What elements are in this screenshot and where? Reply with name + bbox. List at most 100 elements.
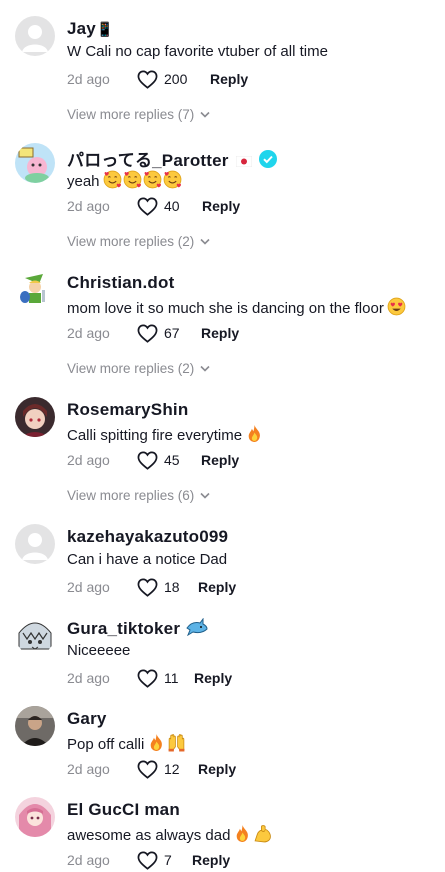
reply-button[interactable]: Reply <box>198 577 236 597</box>
reply-button[interactable]: Reply <box>192 850 230 870</box>
link-character-avatar <box>15 270 55 310</box>
avatar[interactable] <box>15 270 55 310</box>
comment-meta: 2d ago 18 Reply <box>67 577 427 597</box>
default-avatar-icon <box>15 524 55 564</box>
avatar[interactable] <box>15 797 55 837</box>
reply-button[interactable]: Reply <box>210 69 248 89</box>
shark-emoji-icon <box>186 618 208 636</box>
fire-emoji-icon <box>248 425 260 442</box>
comment-text: Can i have a notice Dad <box>67 551 228 568</box>
view-more-replies[interactable]: View more replies (2) <box>67 361 210 376</box>
chevron-down-icon <box>200 492 210 499</box>
comment-date: 2d ago <box>67 71 110 87</box>
comment-username[interactable]: Gary <box>67 709 107 729</box>
heart-eyes-emoji-icon <box>387 297 406 316</box>
comment-meta: 2d ago 7 Reply <box>67 850 427 870</box>
avatar[interactable] <box>15 615 55 655</box>
like-count: 12 <box>164 761 180 777</box>
comment-text: mom love it so much she is dancing on th… <box>67 297 406 317</box>
anime-girl-dark-avatar <box>15 397 55 437</box>
chevron-down-icon <box>200 365 210 372</box>
like-button[interactable]: 11 <box>137 668 179 688</box>
emoji-group <box>144 734 186 753</box>
like-count: 67 <box>164 325 180 341</box>
comment-meta: 2d ago 12 Reply <box>67 759 427 779</box>
like-button[interactable]: 45 <box>137 450 180 470</box>
comment-text: W Cali no cap favorite vtuber of all tim… <box>67 43 328 60</box>
like-count: 40 <box>164 198 180 214</box>
view-more-replies[interactable]: View more replies (2) <box>67 234 210 249</box>
comment-text: Pop off calli <box>67 733 186 753</box>
comment-username[interactable]: Gura_tiktoker <box>67 618 208 639</box>
like-count: 18 <box>164 579 180 595</box>
comment-text: yeah <box>67 170 182 190</box>
like-button[interactable]: 40 <box>137 196 180 216</box>
view-more-replies[interactable]: View more replies (6) <box>67 488 210 503</box>
comment-date: 2d ago <box>67 852 110 868</box>
smiling-face-with-hearts-emoji-icon <box>143 170 161 189</box>
heart-icon <box>137 70 158 89</box>
heart-icon <box>137 197 158 216</box>
heart-icon <box>137 578 158 597</box>
like-button[interactable]: 200 <box>137 69 187 89</box>
comment-username[interactable]: Christian.dot <box>67 273 174 293</box>
chevron-down-icon <box>200 111 210 118</box>
raising-hands-emoji-icon <box>168 734 185 752</box>
comment-meta: 2d ago 67 Reply <box>67 323 427 343</box>
comment-username[interactable]: Jay📱 <box>67 19 114 39</box>
comment-username[interactable]: RosemaryShin <box>67 400 188 420</box>
like-count: 200 <box>164 71 188 87</box>
comment-text: Niceeeee <box>67 642 131 659</box>
heart-icon <box>137 760 158 779</box>
comment-date: 2d ago <box>67 452 110 468</box>
like-button[interactable]: 12 <box>137 759 180 779</box>
person-photo-avatar <box>15 706 55 746</box>
reply-button[interactable]: Reply <box>202 196 240 216</box>
shark-girl-avatar <box>15 615 55 655</box>
avatar[interactable] <box>15 16 55 56</box>
comment-meta: 2d ago 45 Reply <box>67 450 427 470</box>
avatar[interactable] <box>15 143 55 183</box>
emoji-group <box>100 170 182 190</box>
reply-button[interactable]: Reply <box>198 759 236 779</box>
reply-button[interactable]: Reply <box>201 450 239 470</box>
fire-emoji-icon <box>150 734 163 751</box>
reply-button[interactable]: Reply <box>201 323 239 343</box>
avatar[interactable] <box>15 397 55 437</box>
comment-meta: 2d ago 40 Reply <box>67 196 427 216</box>
comment-date: 2d ago <box>67 761 110 777</box>
comment-text: awesome as always dad <box>67 824 272 844</box>
smiling-face-with-hearts-emoji-icon <box>103 170 121 189</box>
emoji-group <box>230 825 272 844</box>
comment-date: 2d ago <box>67 670 110 686</box>
smiling-face-with-hearts-emoji-icon <box>123 170 141 189</box>
comment-username[interactable]: パロってる_Parotter <box>67 146 278 171</box>
comment-username[interactable]: El GucCI man <box>67 800 180 820</box>
pink-character-avatar <box>15 143 55 183</box>
heart-icon <box>137 451 158 470</box>
reply-button[interactable]: Reply <box>194 668 232 688</box>
comment-meta: 2d ago 200 Reply <box>67 69 427 89</box>
like-button[interactable]: 67 <box>137 323 180 343</box>
like-count: 11 <box>164 670 179 686</box>
comment-meta: 2d ago 11 Reply <box>67 668 427 688</box>
like-button[interactable]: 7 <box>137 850 172 870</box>
like-button[interactable]: 18 <box>137 577 180 597</box>
comment-date: 2d ago <box>67 325 110 341</box>
pink-hair-girl-avatar <box>15 797 55 837</box>
emoji-group <box>384 297 406 317</box>
flexed-biceps-emoji-icon <box>254 825 272 843</box>
avatar[interactable] <box>15 706 55 746</box>
heart-icon <box>137 324 158 343</box>
heart-icon <box>137 851 158 870</box>
emoji-group <box>242 425 264 444</box>
chevron-down-icon <box>200 238 210 245</box>
avatar[interactable] <box>15 524 55 564</box>
fire-emoji-icon <box>237 825 249 842</box>
comment-text: Calli spitting fire everytime <box>67 424 264 444</box>
phone-emoji-icon: 📱 <box>95 21 114 37</box>
comment-date: 2d ago <box>67 579 110 595</box>
comment-username[interactable]: kazehayakazuto099 <box>67 527 228 547</box>
verified-badge-icon <box>259 150 278 168</box>
view-more-replies[interactable]: View more replies (7) <box>67 107 210 122</box>
